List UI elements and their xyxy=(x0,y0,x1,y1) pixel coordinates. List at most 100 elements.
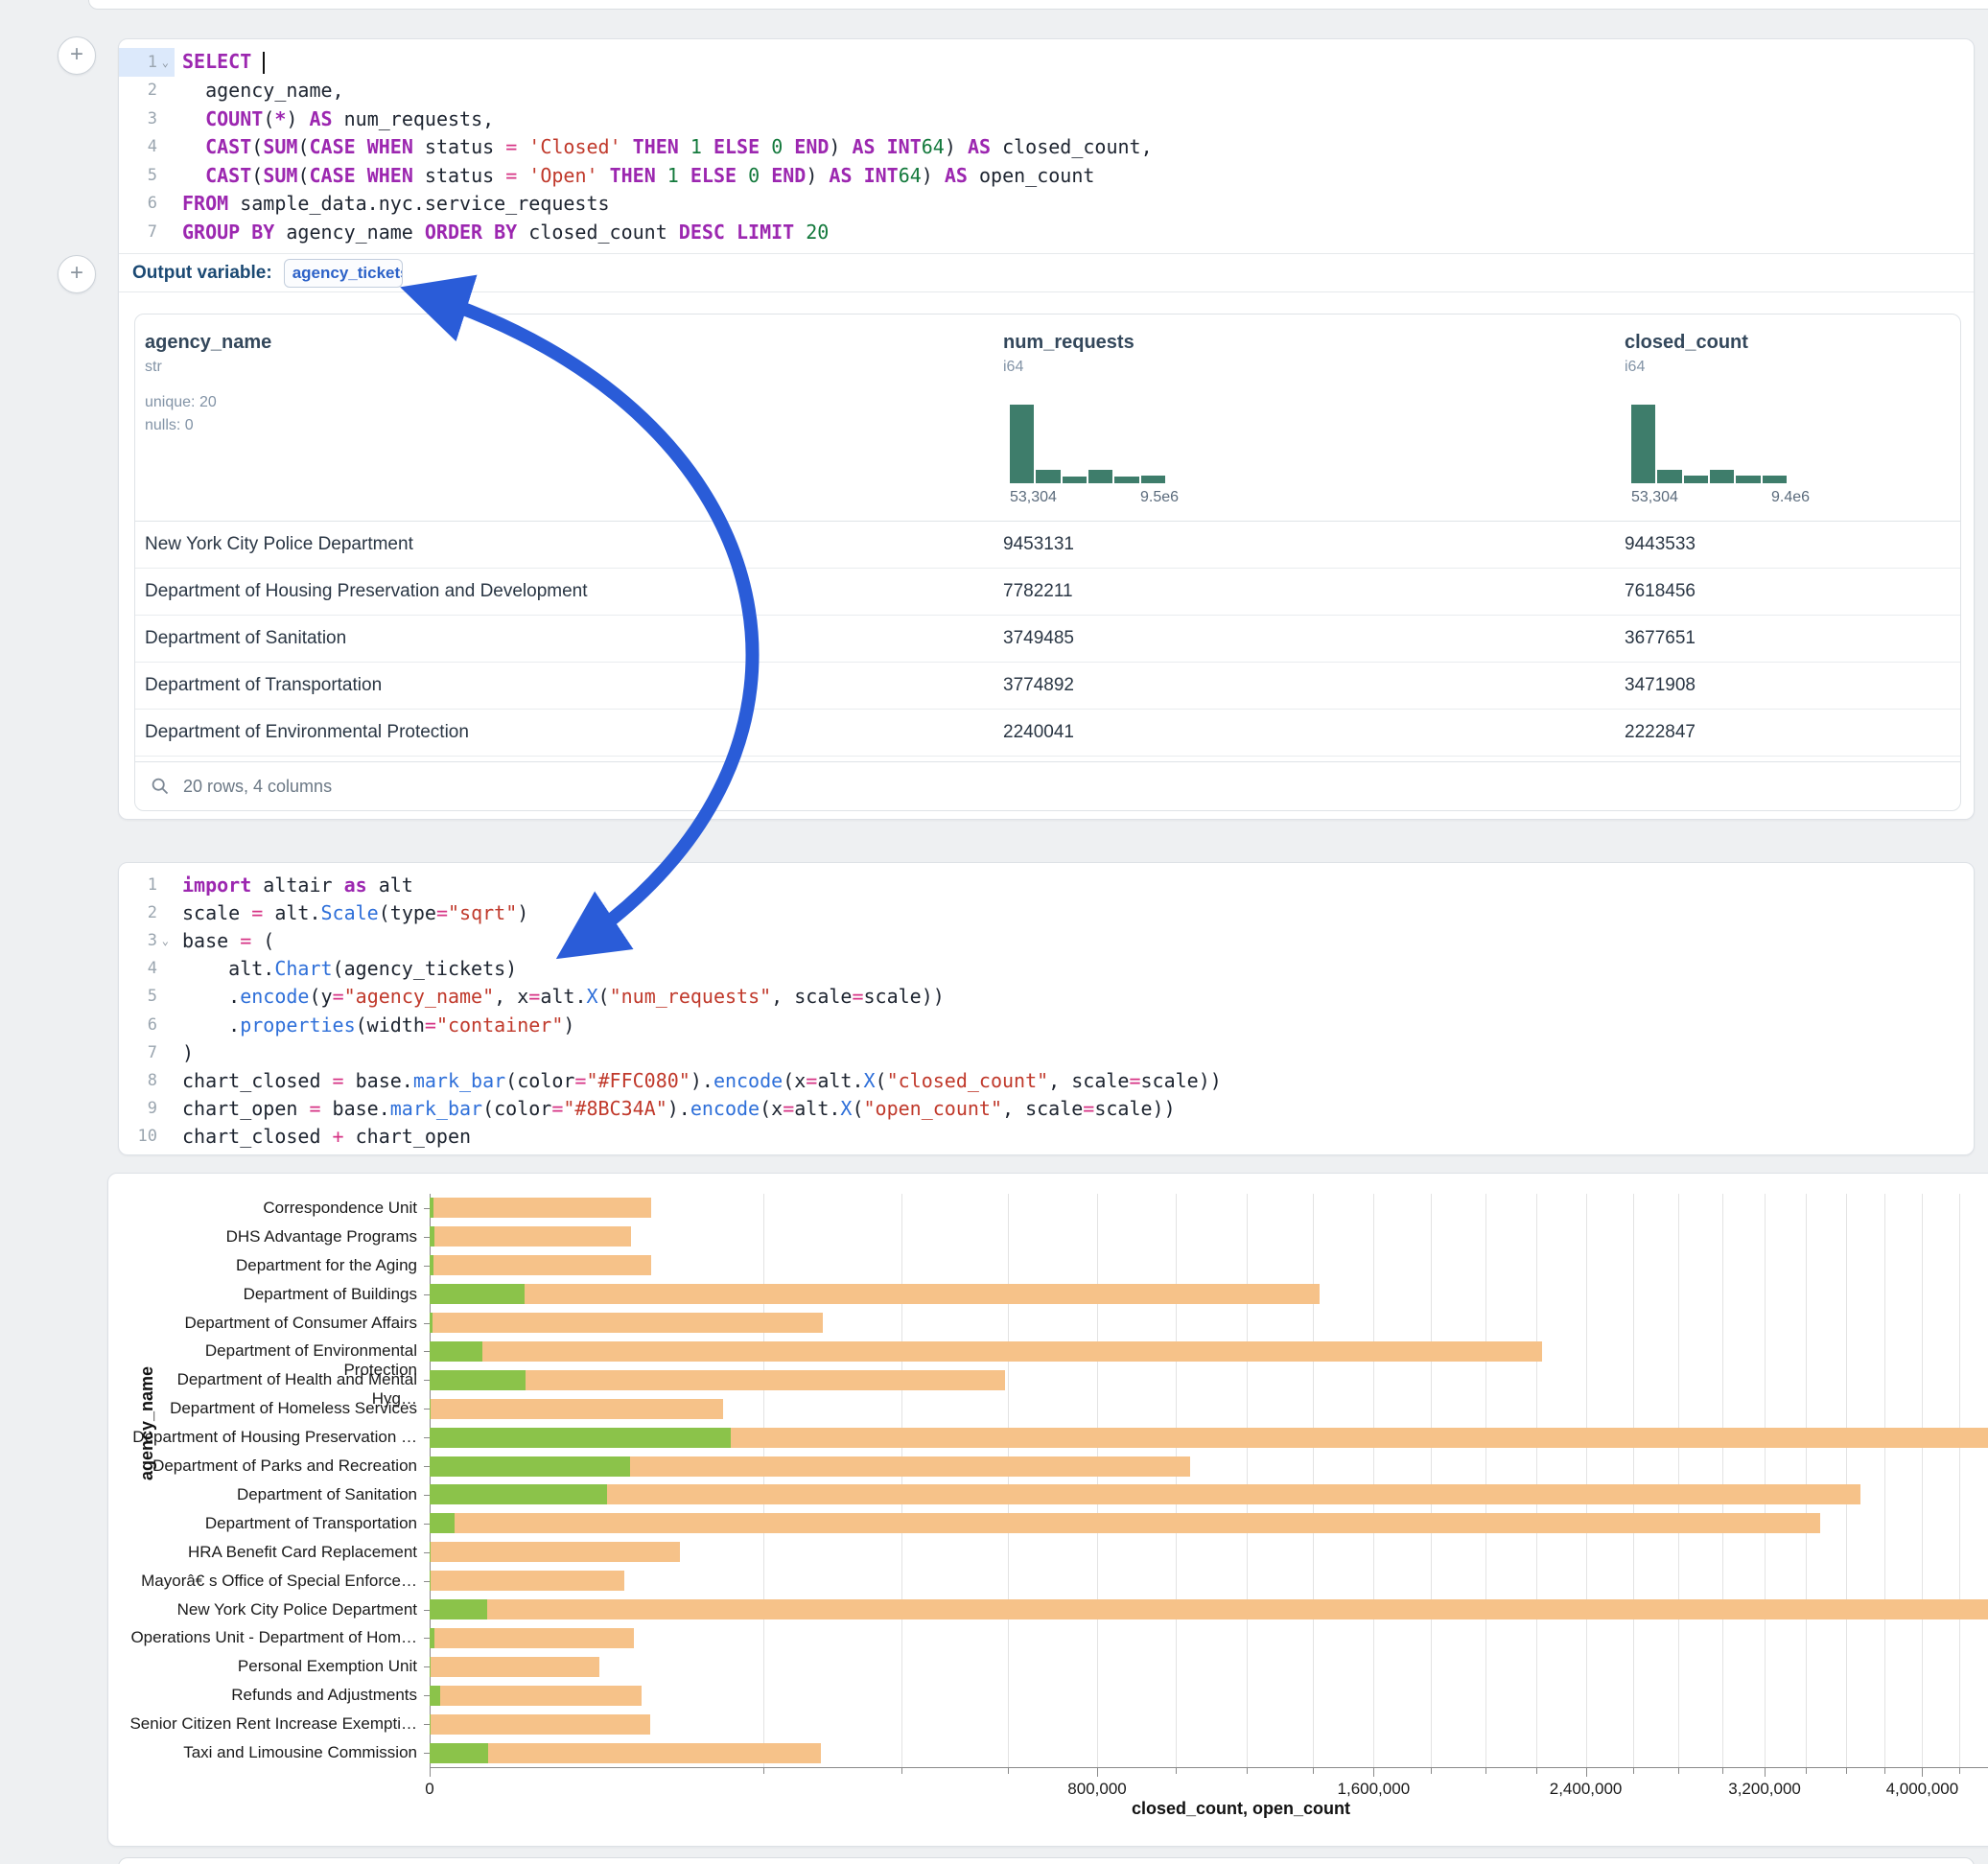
column-header-num-requests[interactable]: num_requests xyxy=(1003,332,1134,354)
previous-cell-edge xyxy=(88,0,1988,10)
table-cell: 7618456 xyxy=(1625,581,1696,602)
table-cell: 7782211 xyxy=(1003,581,1073,602)
code-line[interactable]: 1⌄import altair as alt xyxy=(119,871,1974,898)
closed-count-bar xyxy=(430,1341,1542,1362)
notebook-page: + + 1⌄SELECT 2⌄ agency_name,3⌄ COUNT(*) … xyxy=(0,0,1988,1864)
code-line[interactable]: 10⌄chart_closed + chart_open xyxy=(119,1123,1974,1151)
code-line[interactable]: 3⌄ COUNT(*) AS num_requests, xyxy=(119,105,1974,133)
search-icon[interactable] xyxy=(151,777,170,796)
gridline xyxy=(901,1194,902,1767)
y-axis-tick xyxy=(424,1466,430,1467)
y-axis-tick xyxy=(424,1753,430,1754)
row-count-summary: 20 rows, 4 columns xyxy=(183,777,332,797)
open-count-bar xyxy=(430,1370,526,1390)
closed-count-bar xyxy=(430,1484,1860,1504)
python-code-editor[interactable]: 1⌄import altair as alt2⌄scale = alt.Scal… xyxy=(119,871,1974,1151)
table-cell: 2240041 xyxy=(1003,722,1074,743)
y-axis-tick xyxy=(424,1666,430,1667)
code-line[interactable]: 3⌄base = ( xyxy=(119,926,1974,954)
gridline xyxy=(1959,1194,1960,1767)
fold-caret-icon[interactable]: ⌄ xyxy=(157,56,169,69)
x-axis-minor-tick xyxy=(1806,1768,1807,1774)
code-line[interactable]: 2⌄ agency_name, xyxy=(119,77,1974,105)
line-number: 2⌄ xyxy=(119,77,175,105)
gridline xyxy=(1922,1194,1923,1767)
y-axis-category-label: Personal Exemption Unit xyxy=(129,1657,417,1676)
x-axis-tick xyxy=(1373,1768,1374,1777)
line-number: 4⌄ xyxy=(119,955,175,983)
table-cell: 3749485 xyxy=(1003,628,1074,649)
y-axis-title: agency_name xyxy=(137,1366,157,1480)
x-axis-tick-label: 3,200,000 xyxy=(1707,1780,1822,1799)
table-cell: 3677651 xyxy=(1625,628,1696,649)
y-axis-tick xyxy=(424,1610,430,1611)
gridline xyxy=(1097,1194,1098,1767)
code-line[interactable]: 6⌄FROM sample_data.nyc.service_requests xyxy=(119,190,1974,219)
code-line[interactable]: 1⌄SELECT xyxy=(119,48,1974,77)
code-line[interactable]: 5⌄ CAST(SUM(CASE WHEN status = 'Open' TH… xyxy=(119,161,1974,190)
line-number: 1⌄ xyxy=(119,871,175,898)
y-axis-tick xyxy=(424,1380,430,1381)
gridline xyxy=(1884,1194,1885,1767)
open-count-bar xyxy=(430,1341,482,1362)
code-line[interactable]: 9⌄chart_open = base.mark_bar(color="#8BC… xyxy=(119,1095,1974,1123)
gridline xyxy=(1678,1194,1679,1767)
x-axis-tick-label: 2,400,000 xyxy=(1529,1780,1644,1799)
line-number: 9⌄ xyxy=(119,1095,175,1123)
add-cell-button-middle[interactable]: + xyxy=(58,255,96,293)
open-count-bar xyxy=(430,1255,433,1275)
gridline xyxy=(1485,1194,1486,1767)
x-axis-tick xyxy=(1922,1768,1923,1777)
open-count-bar xyxy=(430,1686,440,1706)
x-axis-minor-tick xyxy=(1313,1768,1314,1774)
y-axis-category-label: Department of Housing Preservation … xyxy=(129,1428,417,1447)
code-line[interactable]: 7⌄) xyxy=(119,1038,1974,1066)
open-count-bar xyxy=(430,1484,607,1504)
y-axis-category-label: DHS Advantage Programs xyxy=(129,1227,417,1247)
y-axis-category-label: Refunds and Adjustments xyxy=(129,1686,417,1705)
python-cell-card: 1⌄import altair as alt2⌄scale = alt.Scal… xyxy=(118,862,1975,1155)
fold-caret-icon[interactable]: ⌄ xyxy=(157,934,169,947)
code-line[interactable]: 7⌄GROUP BY agency_name ORDER BY closed_c… xyxy=(119,218,1974,246)
add-cell-button-top[interactable]: + xyxy=(58,36,96,75)
code-line[interactable]: 8⌄chart_closed = base.mark_bar(color="#F… xyxy=(119,1066,1974,1094)
y-axis-category-label: New York City Police Department xyxy=(129,1600,417,1619)
open-count-bar xyxy=(430,1198,433,1218)
y-axis-tick xyxy=(424,1208,430,1209)
y-axis-tick xyxy=(424,1638,430,1639)
table-cell: 3774892 xyxy=(1003,675,1074,696)
num-requests-histogram xyxy=(1010,405,1165,483)
x-axis-minor-tick xyxy=(1176,1768,1177,1774)
column-header-closed-count[interactable]: closed_count xyxy=(1625,332,1748,354)
y-axis-category-label: Department of Transportation xyxy=(129,1514,417,1533)
sql-code-editor[interactable]: 1⌄SELECT 2⌄ agency_name,3⌄ COUNT(*) AS n… xyxy=(119,48,1974,246)
results-table: agency_name str unique: 20 nulls: 0 num_… xyxy=(134,314,1961,811)
code-line[interactable]: 6⌄ .properties(width="container") xyxy=(119,1011,1974,1038)
line-number: 1⌄ xyxy=(119,48,175,77)
closed-count-min: 53,304 xyxy=(1631,489,1678,506)
code-line[interactable]: 4⌄ CAST(SUM(CASE WHEN status = 'Closed' … xyxy=(119,133,1974,162)
open-count-bar xyxy=(430,1428,731,1448)
closed-count-bar xyxy=(430,1743,821,1763)
x-axis-minor-tick xyxy=(1485,1768,1486,1774)
open-count-bar xyxy=(430,1313,433,1333)
y-axis-tick xyxy=(424,1323,430,1324)
line-number: 5⌄ xyxy=(119,161,175,190)
y-axis-tick xyxy=(424,1524,430,1525)
open-count-bar xyxy=(430,1513,455,1533)
table-cell: 2222847 xyxy=(1625,722,1696,743)
code-line[interactable]: 2⌄scale = alt.Scale(type="sqrt") xyxy=(119,898,1974,926)
column-header-agency-name[interactable]: agency_name xyxy=(145,332,271,354)
x-axis-minor-tick xyxy=(1884,1768,1885,1774)
y-axis-tick xyxy=(424,1437,430,1438)
closed-count-bar xyxy=(430,1657,599,1677)
table-row: New York City Police Department945313194… xyxy=(135,521,1960,569)
x-axis-tick-label: 1,600,000 xyxy=(1316,1780,1431,1799)
y-axis-tick xyxy=(424,1495,430,1496)
next-cell-edge xyxy=(118,1857,1975,1864)
code-line[interactable]: 5⌄ .encode(y="agency_name", x=alt.X("num… xyxy=(119,983,1974,1011)
gridline xyxy=(1247,1194,1248,1767)
code-line[interactable]: 4⌄ alt.Chart(agency_tickets) xyxy=(119,955,1974,983)
x-axis-minor-tick xyxy=(1678,1768,1679,1774)
output-variable-input[interactable]: agency_tickets xyxy=(284,259,403,288)
